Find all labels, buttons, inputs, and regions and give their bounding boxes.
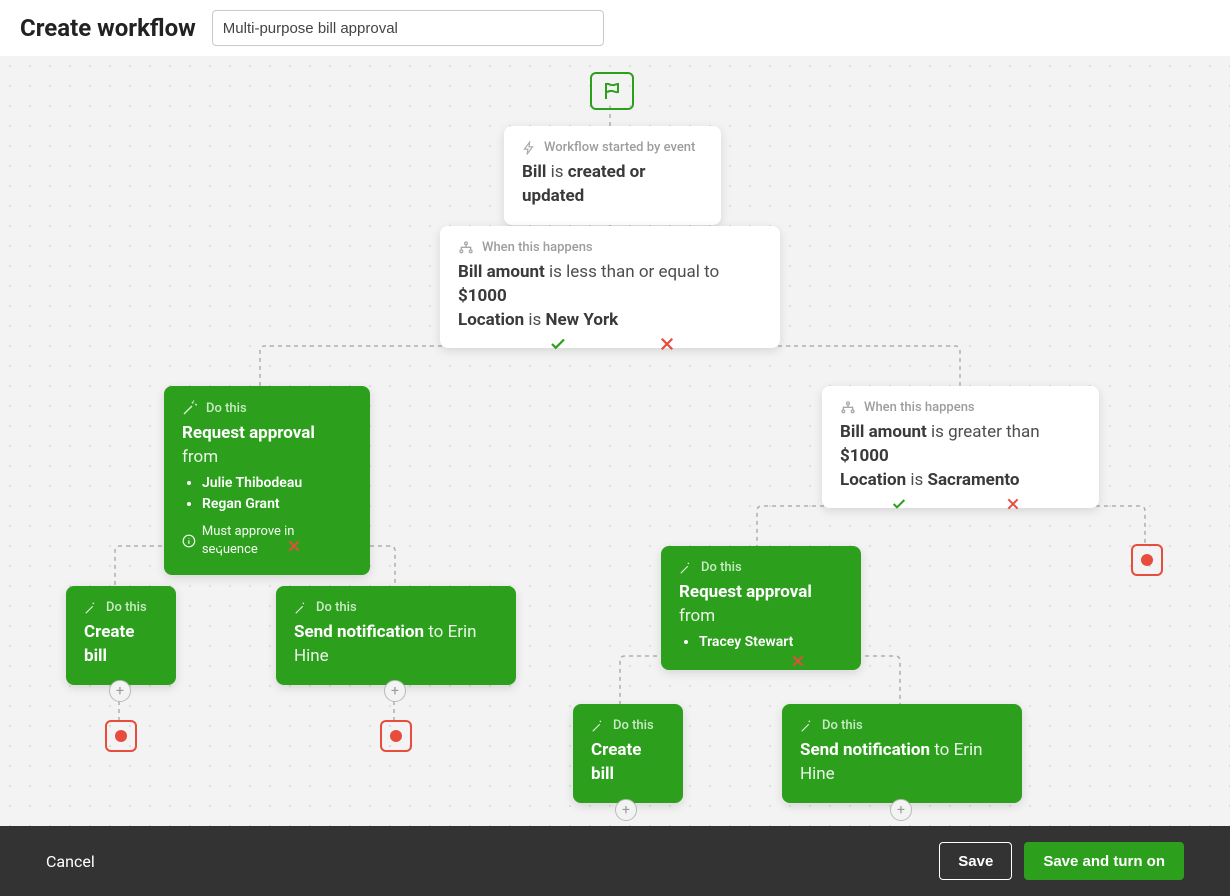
end-node[interactable] <box>105 720 137 752</box>
branch-icon <box>840 401 856 415</box>
add-node-button[interactable]: + <box>109 680 131 702</box>
page-title: Create workflow <box>20 14 196 42</box>
check-icon <box>720 653 738 673</box>
approver: Julie Thibodeau <box>202 474 352 494</box>
workflow-canvas[interactable]: Workflow started by event Bill is create… <box>0 56 1230 826</box>
check-icon <box>548 335 568 357</box>
check-icon <box>213 538 231 558</box>
request-approval-node-2[interactable]: Do this Request approval from Tracey Ste… <box>661 546 861 670</box>
request-approval-node-1[interactable]: Do this Request approval from Julie Thib… <box>164 386 370 575</box>
bolt-icon <box>522 141 536 155</box>
wand-icon <box>679 561 693 575</box>
workflow-name-input[interactable] <box>212 10 604 46</box>
start-node[interactable] <box>590 72 634 110</box>
wand-icon <box>182 400 198 416</box>
add-node-button[interactable]: + <box>615 799 637 821</box>
cross-icon <box>790 653 806 673</box>
send-notification-node-1[interactable]: Do this Send notification to Erin Hine <box>276 586 516 685</box>
condition-node-1[interactable]: When this happens Bill amount is less th… <box>440 226 780 348</box>
trigger-head: Workflow started by event <box>544 140 695 155</box>
add-node-button[interactable]: + <box>890 799 912 821</box>
approver: Tracey Stewart <box>699 633 843 653</box>
save-button[interactable]: Save <box>939 842 1012 880</box>
branch-icon <box>458 241 474 255</box>
condition-node-2[interactable]: When this happens Bill amount is greater… <box>822 386 1099 508</box>
wand-icon <box>800 719 814 733</box>
save-and-turn-on-button[interactable]: Save and turn on <box>1024 842 1184 880</box>
end-node[interactable] <box>1131 544 1163 576</box>
wand-icon <box>591 719 605 733</box>
cross-icon <box>1005 496 1021 516</box>
wand-icon <box>84 601 98 615</box>
cross-icon <box>658 335 676 357</box>
create-bill-node-1[interactable]: Do this Create bill <box>66 586 176 685</box>
wand-icon <box>294 601 308 615</box>
end-node[interactable] <box>380 720 412 752</box>
cross-icon <box>286 538 302 558</box>
info-icon <box>182 534 196 548</box>
send-notification-node-2[interactable]: Do this Send notification to Erin Hine <box>782 704 1022 803</box>
add-node-button[interactable]: + <box>384 680 406 702</box>
cancel-button[interactable]: Cancel <box>46 852 95 871</box>
create-bill-node-2[interactable]: Do this Create bill <box>573 704 683 803</box>
trigger-node[interactable]: Workflow started by event Bill is create… <box>504 126 721 225</box>
flag-icon <box>604 82 620 100</box>
check-icon <box>890 496 908 516</box>
approver: Regan Grant <box>202 495 352 515</box>
